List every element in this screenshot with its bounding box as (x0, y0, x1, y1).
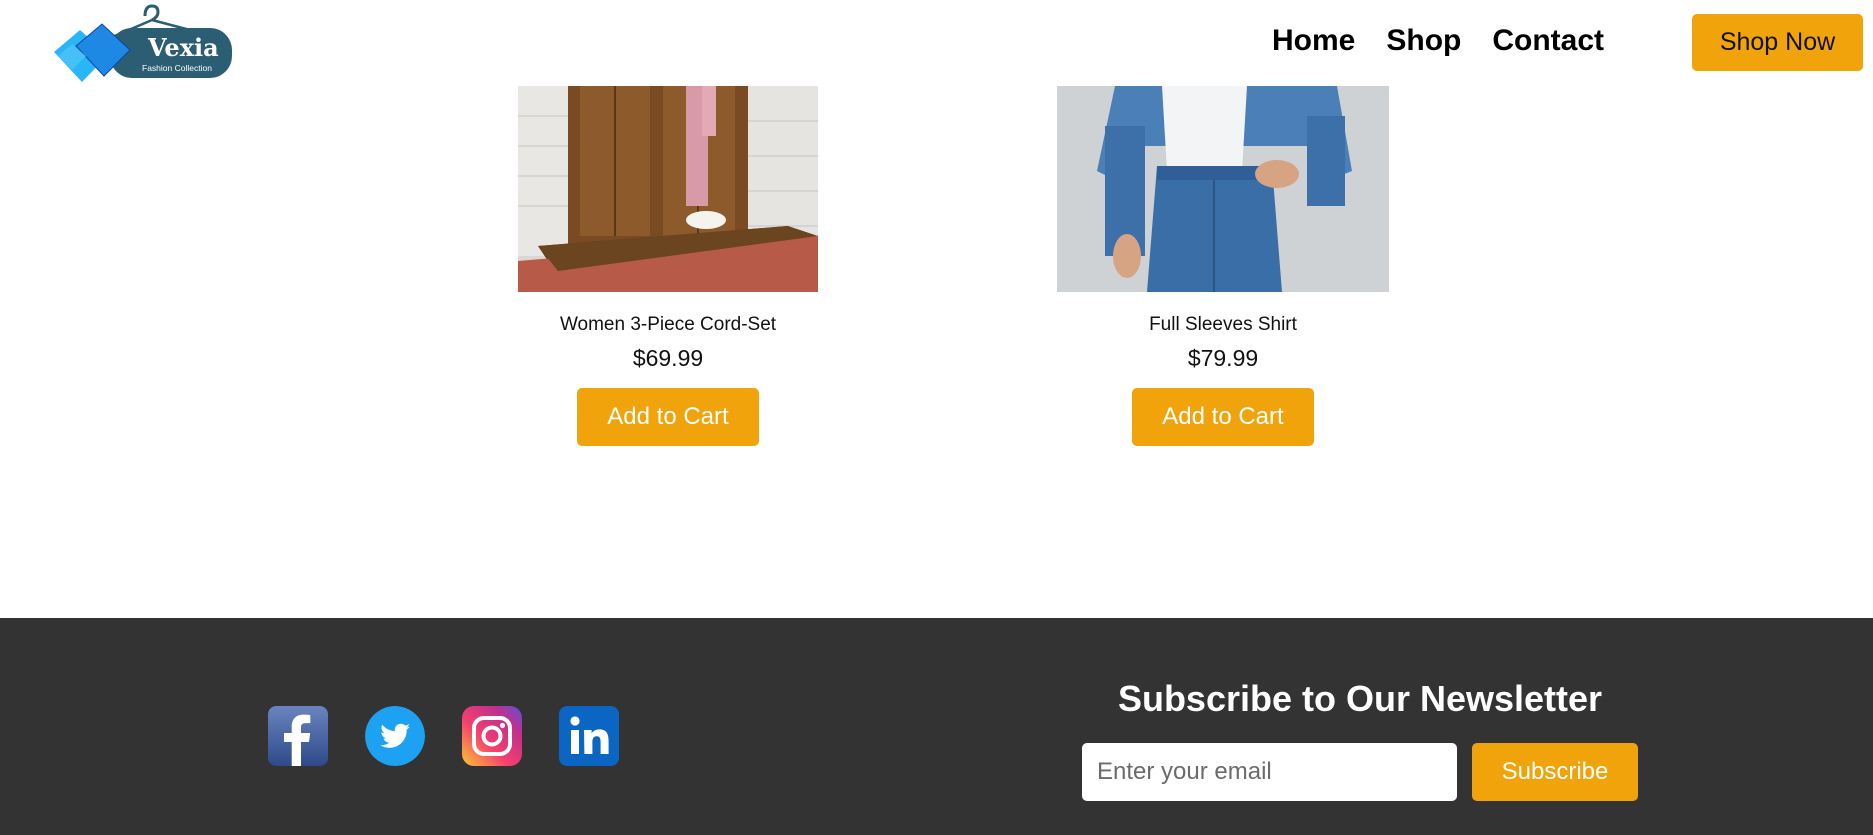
product-image-shirt[interactable] (1057, 86, 1389, 292)
site-footer: Subscribe to Our Newsletter Subscribe (0, 618, 1873, 835)
product-price: $79.99 (1187, 345, 1259, 371)
product-image-cord-set[interactable] (518, 86, 818, 292)
vexia-logo[interactable]: Vexia Fashion Collection (50, 0, 235, 84)
nav-home-link[interactable]: Home (1272, 24, 1355, 58)
add-to-cart-button[interactable]: Add to Cart (577, 388, 759, 446)
facebook-icon[interactable] (268, 706, 328, 766)
instagram-icon[interactable] (462, 706, 522, 766)
main-nav: Home Shop Contact (1272, 24, 1604, 58)
linkedin-icon[interactable] (559, 706, 619, 766)
site-header: Vexia Fashion Collection Home Shop Conta… (0, 0, 1873, 86)
twitter-icon[interactable] (365, 706, 425, 766)
logo-tagline-text: Fashion Collection (142, 63, 212, 73)
newsletter-title: Subscribe to Our Newsletter (1117, 678, 1603, 719)
product-name: Full Sleeves Shirt (1149, 314, 1297, 335)
nav-contact-link[interactable]: Contact (1492, 24, 1604, 58)
add-to-cart-button[interactable]: Add to Cart (1132, 388, 1314, 446)
newsletter-email-input[interactable] (1082, 743, 1457, 801)
product-name: Women 3-Piece Cord-Set (559, 314, 777, 335)
shop-now-button[interactable]: Shop Now (1692, 14, 1863, 71)
product-price: $69.99 (632, 345, 704, 371)
social-links (268, 706, 619, 766)
subscribe-button[interactable]: Subscribe (1472, 743, 1638, 801)
logo-brand-text: Vexia (147, 33, 219, 62)
nav-shop-link[interactable]: Shop (1386, 24, 1461, 58)
